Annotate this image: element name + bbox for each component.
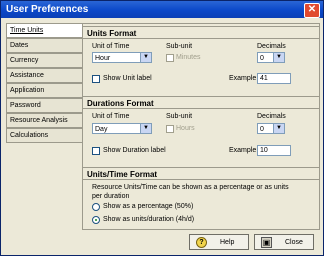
units-decimals-label: Decimals: [257, 43, 286, 50]
user-preferences-dialog: User Preferences ✕ Time Units Dates Curr…: [0, 0, 324, 256]
durations-unit-of-time-value: Day: [95, 126, 108, 133]
close-icon: ▣: [261, 237, 272, 248]
chevron-down-icon: ▼: [273, 124, 284, 133]
units-decimals-value: 0: [260, 55, 264, 62]
help-button[interactable]: ? Help: [189, 234, 249, 250]
durations-hours-label: Hours: [176, 125, 195, 132]
sidebar-item-calculations[interactable]: Calculations: [6, 128, 83, 143]
durations-format-heading: Durations Format: [83, 96, 319, 109]
durations-example-label: Example: [229, 147, 257, 154]
sidebar-item-time-units[interactable]: Time Units: [6, 23, 83, 38]
title-bar: User Preferences ✕: [1, 1, 323, 18]
units-unit-of-time-label: Unit of Time: [92, 43, 130, 50]
durations-unit-of-time-label: Unit of Time: [92, 113, 130, 120]
units-subunit-label: Sub-unit: [166, 43, 193, 50]
units-format-heading: Units Format: [83, 26, 319, 39]
units-duration-radio-label: Show as units/duration (4h/d): [103, 216, 195, 223]
units-decimals-select[interactable]: 0 ▼: [257, 52, 285, 63]
sidebar-item-resource-analysis[interactable]: Resource Analysis: [6, 113, 83, 128]
units-example-label: Example: [229, 75, 257, 82]
durations-decimals-label: Decimals: [257, 113, 286, 120]
units-unit-of-time-value: Hour: [95, 55, 111, 62]
units-example-field[interactable]: 41: [257, 73, 291, 84]
help-button-label: Help: [220, 239, 235, 246]
settings-pane: Units Format Unit of Time Hour ▼ Sub-uni…: [82, 23, 320, 230]
close-button[interactable]: ▣ Close: [254, 234, 314, 250]
chevron-down-icon: ▼: [140, 124, 151, 133]
percentage-radio-label: Show as a percentage (50%): [103, 203, 194, 210]
durations-decimals-select[interactable]: 0 ▼: [257, 123, 285, 134]
units-time-format-heading: Units/Time Format: [83, 167, 319, 180]
show-duration-label-text: Show Duration label: [103, 147, 166, 154]
units-duration-radio[interactable]: [92, 216, 100, 224]
units-time-description: Resource Units/Time can be shown as a pe…: [92, 184, 289, 200]
close-button-label: Close: [285, 239, 303, 246]
window-close-button[interactable]: ✕: [304, 3, 320, 18]
sidebar-item-assistance[interactable]: Assistance: [6, 68, 83, 83]
show-duration-label-checkbox[interactable]: [92, 147, 100, 155]
durations-hours-checkbox[interactable]: [166, 125, 174, 133]
sidebar-item-application[interactable]: Application: [6, 83, 83, 98]
durations-example-field[interactable]: 10: [257, 145, 291, 156]
durations-subunit-label: Sub-unit: [166, 113, 193, 120]
units-unit-of-time-select[interactable]: Hour ▼: [92, 52, 152, 63]
durations-decimals-value: 0: [260, 126, 264, 133]
sidebar-item-currency[interactable]: Currency: [6, 53, 83, 68]
durations-unit-of-time-select[interactable]: Day ▼: [92, 123, 152, 134]
show-unit-label-text: Show Unit label: [103, 75, 152, 82]
units-minutes-label: Minutes: [176, 54, 201, 61]
percentage-radio[interactable]: [92, 203, 100, 211]
window-title: User Preferences: [6, 4, 89, 15]
sidebar-item-password[interactable]: Password: [6, 98, 83, 113]
preferences-sidebar: Time Units Dates Currency Assistance App…: [6, 23, 83, 145]
chevron-down-icon: ▼: [140, 53, 151, 62]
show-unit-label-checkbox[interactable]: [92, 75, 100, 83]
help-icon: ?: [196, 237, 207, 248]
sidebar-item-dates[interactable]: Dates: [6, 38, 83, 53]
chevron-down-icon: ▼: [273, 53, 284, 62]
units-minutes-checkbox[interactable]: [166, 54, 174, 62]
